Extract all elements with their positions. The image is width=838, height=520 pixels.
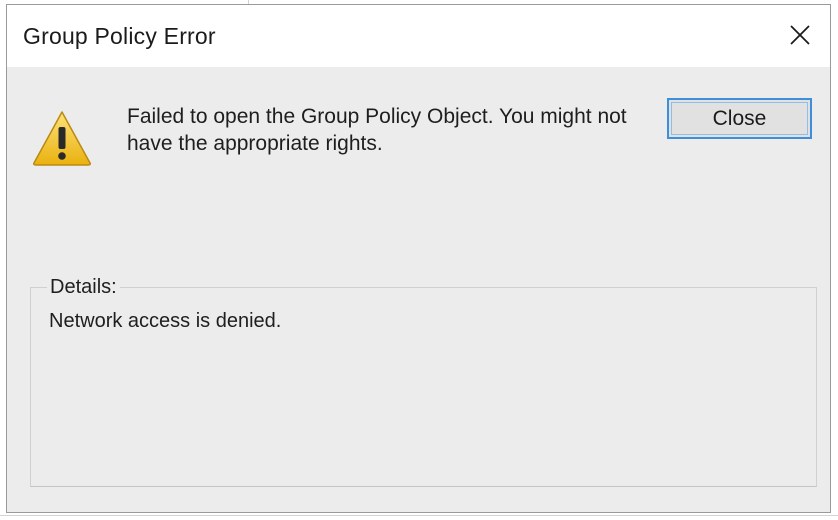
close-button-label: Close — [712, 106, 767, 130]
error-message: Failed to open the Group Policy Object. … — [127, 105, 627, 155]
title-close-button[interactable] — [778, 13, 822, 57]
window-title: Group Policy Error — [23, 23, 216, 49]
close-button[interactable]: Close — [667, 98, 812, 139]
close-icon — [790, 25, 810, 45]
details-label: Details: — [47, 276, 120, 299]
details-text: Network access is denied. — [49, 310, 282, 332]
title-bar: Group Policy Error — [7, 5, 830, 67]
group-policy-error-dialog: Group Policy Error Failed to open the Gr… — [6, 4, 831, 513]
warning-icon — [33, 111, 91, 166]
details-group: Details: Network access is denied. — [30, 276, 817, 487]
background-divider — [0, 515, 838, 516]
